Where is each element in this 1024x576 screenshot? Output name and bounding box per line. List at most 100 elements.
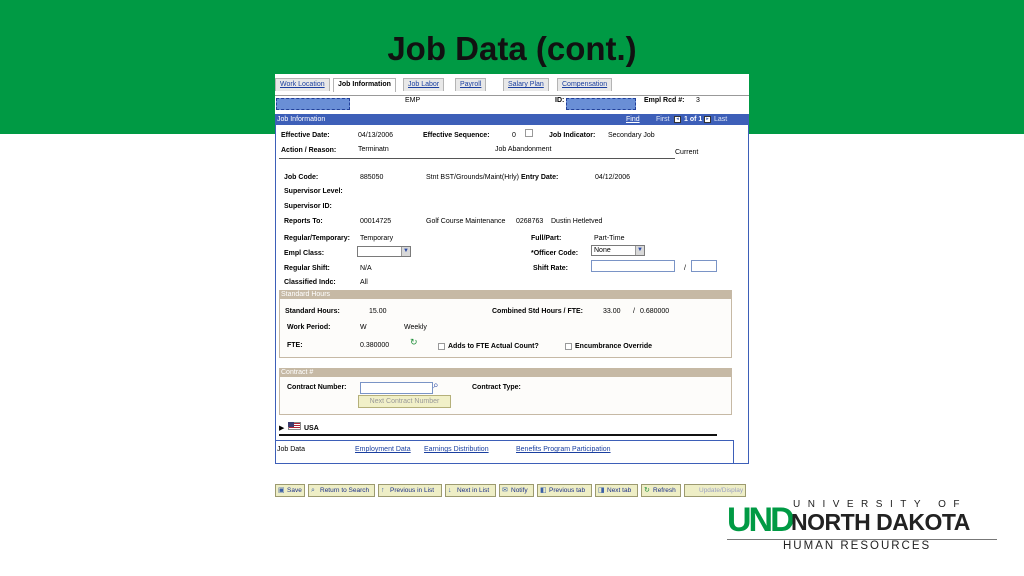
tab-job-labor[interactable]: Job Labor <box>403 78 445 91</box>
standard-hours-title: Standard Hours <box>281 291 331 298</box>
benefits-program-link[interactable]: Benefits Program Participation <box>516 446 611 453</box>
effective-sequence-checkbox[interactable] <box>525 129 533 137</box>
supervisor-id-label: Supervisor ID: <box>284 203 332 210</box>
contract-header: Contract # <box>279 368 732 377</box>
shift-rate-separator: / <box>684 265 686 272</box>
work-period-description: Weekly <box>404 324 427 331</box>
return-to-search-label: Return to Search <box>320 487 370 494</box>
us-flag-canton <box>288 422 294 427</box>
combined-hours-value: 33.00 <box>603 308 621 315</box>
full-part-label: Full/Part: <box>531 235 562 242</box>
action-divider <box>279 158 675 159</box>
previous-tab-label: Previous tab <box>549 487 586 494</box>
refresh-icon: ↻ <box>644 487 650 494</box>
save-icon: ▣ <box>278 487 285 494</box>
adds-to-fte-label: Adds to FTE Actual Count? <box>448 343 539 350</box>
last-arrow-icon[interactable]: ▸ <box>704 116 711 123</box>
notify-button[interactable]: ✉ Notify <box>499 484 534 497</box>
refresh-fte-icon[interactable]: ↻ <box>410 337 418 348</box>
full-part-value: Part-Time <box>594 235 625 242</box>
update-display-label: Update/Display <box>699 487 744 494</box>
classified-indc-value: All <box>360 279 368 286</box>
combined-separator: / <box>633 308 635 315</box>
row-count: 1 of 1 <box>684 116 703 123</box>
usa-divider <box>279 434 717 436</box>
first-arrow-icon[interactable]: ◂ <box>674 116 681 123</box>
reports-to-emplid: 0268763 <box>516 218 544 225</box>
regular-shift-label: Regular Shift: <box>284 265 330 272</box>
classified-indc-label: Classified Indc: <box>284 279 336 286</box>
shift-rate-frequency-input[interactable] <box>691 260 717 272</box>
last-link[interactable]: Last <box>714 114 727 125</box>
tab-payroll[interactable]: Payroll <box>455 78 487 91</box>
employment-data-link[interactable]: Employment Data <box>355 446 411 453</box>
id-label: ID: <box>555 97 565 104</box>
tab-compensation[interactable]: Compensation <box>557 78 613 91</box>
previous-in-list-label: Previous in List <box>390 487 435 494</box>
supervisor-level-label: Supervisor Level: <box>284 188 343 195</box>
find-link[interactable]: Find <box>626 114 640 125</box>
officer-code-value: None <box>594 247 611 254</box>
emp-label: EMP <box>405 97 421 104</box>
effective-date-label: Effective Date: <box>281 132 330 139</box>
chevron-down-icon: ▼ <box>635 246 644 255</box>
job-information-title: Job Information <box>277 116 326 123</box>
effective-sequence-label: Effective Sequence: <box>423 132 490 139</box>
next-in-list-button[interactable]: ↓ Next in List <box>445 484 496 497</box>
expand-triangle-icon[interactable]: ▶ <box>279 424 284 432</box>
page-toolbar: ▣ Save ⌕ Return to Search ↑ Previous in Lis… <box>275 484 747 497</box>
page-tabs: Work Location Job Information Job Labor … <box>275 78 749 96</box>
reports-to-label: Reports To: <box>284 218 323 225</box>
tab-work-location[interactable]: Work Location <box>275 78 330 91</box>
shift-rate-label: Shift Rate: <box>533 265 568 272</box>
empl-rcd-label: Empl Rcd #: <box>644 97 685 104</box>
officer-code-select[interactable]: None ▼ <box>591 245 645 256</box>
chevron-down-icon: ▼ <box>401 247 410 256</box>
und-hr-logo: UND UNIVERSITY OF NORTH DAKOTA HUMAN RES… <box>727 498 997 554</box>
search-icon[interactable]: ⌕ <box>433 380 439 391</box>
save-button[interactable]: ▣ Save <box>275 484 305 497</box>
job-code-description: Stnt BST/Grounds/Maint(Hrly) <box>426 174 519 181</box>
contract-number-label: Contract Number: <box>287 384 347 391</box>
reports-to-description: Golf Course Maintenance <box>426 218 506 225</box>
action-reason-label: Action / Reason: <box>281 147 337 154</box>
encumbrance-override-checkbox[interactable] <box>565 343 572 350</box>
peoplesoft-screenshot: Work Location Job Information Job Labor … <box>275 74 749 466</box>
previous-in-list-button[interactable]: ↑ Previous in List <box>378 484 442 497</box>
standard-hours-value: 15.00 <box>369 308 387 315</box>
job-indicator-value: Secondary Job <box>608 132 655 139</box>
next-contract-number-button[interactable]: Next Contract Number <box>358 395 451 408</box>
shift-rate-input[interactable] <box>591 260 675 272</box>
combined-fte-value: 0.680000 <box>640 308 670 315</box>
work-period-label: Work Period: <box>287 324 331 331</box>
refresh-button[interactable]: ↻ Refresh <box>641 484 681 497</box>
refresh-label: Refresh <box>653 487 676 494</box>
fte-value: 0.380000 <box>360 342 390 349</box>
earnings-distribution-link[interactable]: Earnings Distribution <box>424 446 489 453</box>
regular-shift-value: N/A <box>360 265 372 272</box>
encumbrance-override-label: Encumbrance Override <box>575 343 653 350</box>
page-links-box <box>275 440 734 464</box>
adds-to-fte-checkbox[interactable] <box>438 343 445 350</box>
return-to-search-button[interactable]: ⌕ Return to Search <box>308 484 375 497</box>
standard-hours-label: Standard Hours: <box>285 308 340 315</box>
reason-value: Job Abandonment <box>495 146 552 153</box>
first-link[interactable]: First <box>656 114 670 125</box>
previous-tab-button[interactable]: ◧ Previous tab <box>537 484 592 497</box>
job-information-header: Job Information Find First ◂ 1 of 1 ▸ La… <box>275 114 749 125</box>
update-display-button[interactable]: Update/Display <box>684 484 746 497</box>
employee-name-redacted <box>276 98 350 110</box>
fte-label: FTE: <box>287 342 303 349</box>
next-tab-button[interactable]: ◨ Next tab <box>595 484 638 497</box>
regular-temporary-value: Temporary <box>360 235 394 242</box>
work-period-value: W <box>360 324 367 331</box>
empl-class-select[interactable]: ▼ <box>357 246 411 257</box>
tab-salary-plan[interactable]: Salary Plan <box>503 78 549 91</box>
regular-temporary-label: Regular/Temporary: <box>284 235 350 242</box>
tab-job-information[interactable]: Job Information <box>333 78 396 92</box>
notify-icon: ✉ <box>502 487 508 494</box>
previous-tab-icon: ◧ <box>540 487 547 494</box>
slide-title: Job Data (cont.) <box>387 30 637 67</box>
contract-number-input[interactable] <box>360 382 433 394</box>
job-indicator-label: Job Indicator: <box>549 132 596 139</box>
